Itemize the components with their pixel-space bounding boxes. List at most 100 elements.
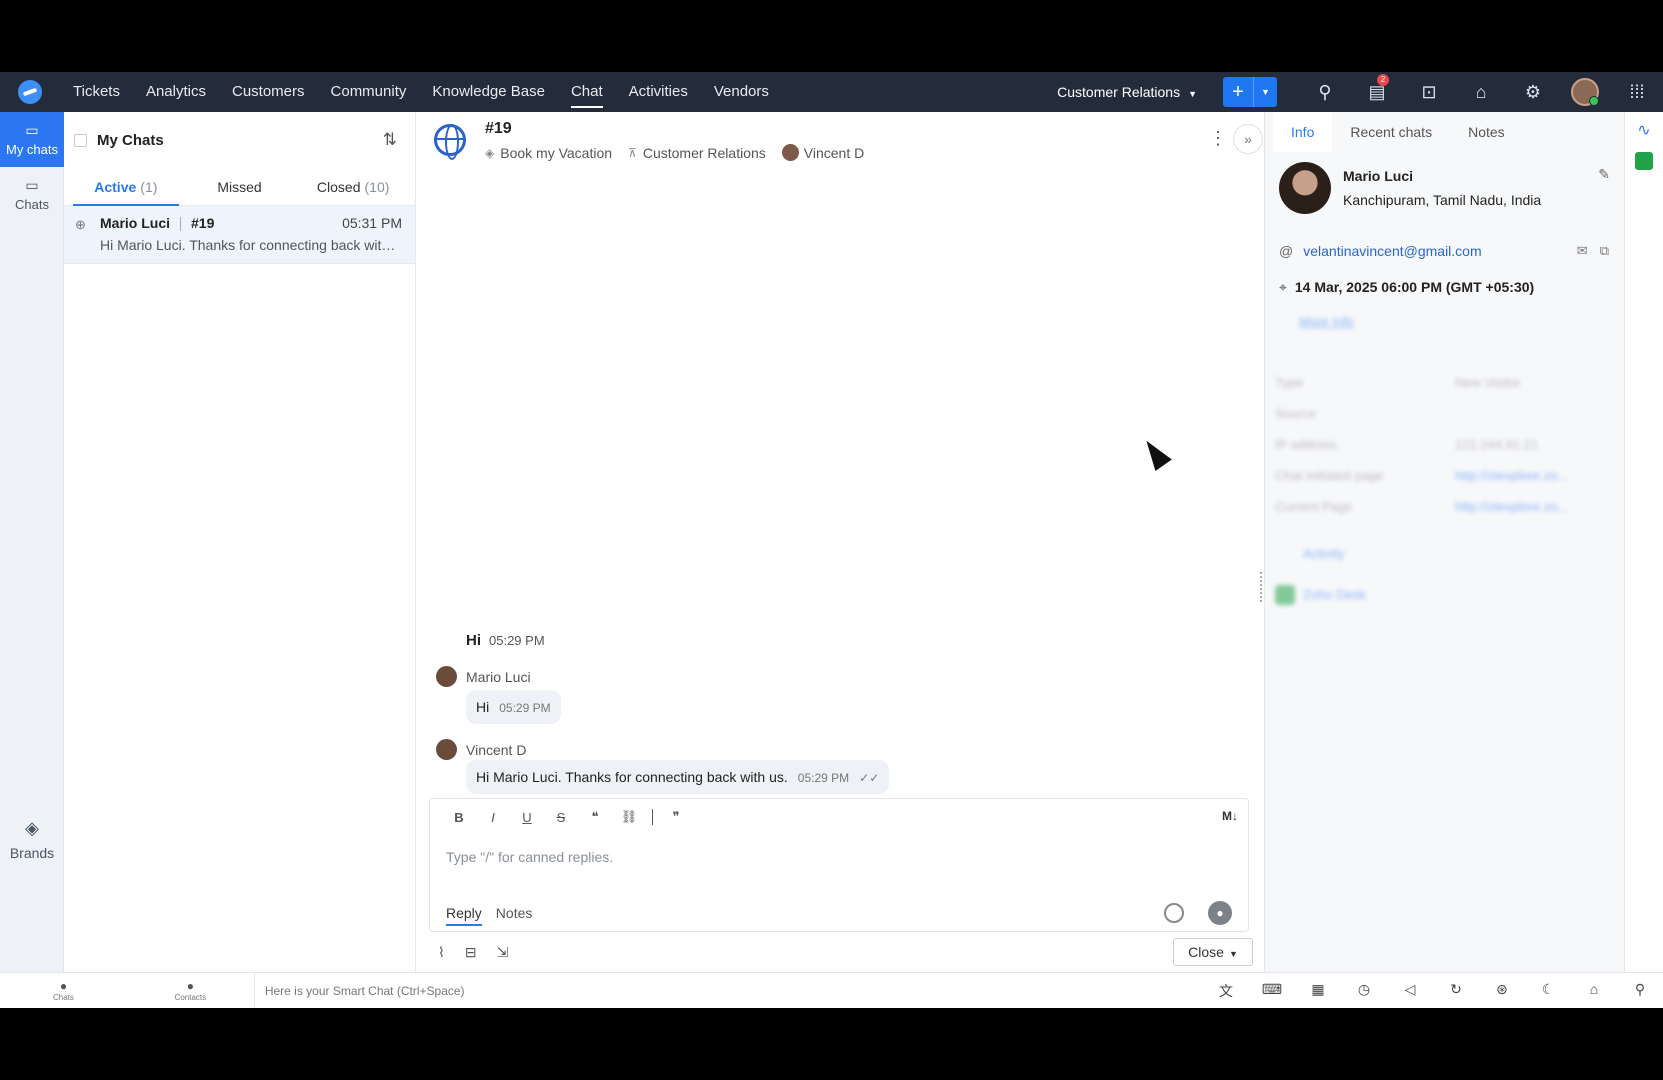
rail-chats[interactable]: ▭ Chats [0,167,64,222]
chat-bubble-icon: ▭ [25,177,39,193]
nav-vendors[interactable]: Vendors [701,72,782,112]
chevron-down-icon: ▼ [1188,89,1197,99]
detail-row: Source [1275,406,1317,421]
email-row: @ velantinavincent@gmail.com ✉ ⧉ [1279,243,1609,259]
org-chart-icon: ⊼ [628,145,637,160]
gear-icon[interactable]: ⚙ [1507,72,1559,112]
clock-icon[interactable]: ◷ [1341,981,1387,1001]
detail-row: Chat initiated page http://ztexplore.zo..… [1275,468,1569,483]
accessibility-icon[interactable]: ⊛ [1479,981,1525,1001]
rail-chats-label: Chats [15,197,49,212]
tab-active[interactable]: Active (1) [69,168,183,206]
department-selector[interactable]: Customer Relations ▼ [1057,84,1197,100]
message-sender: Mario Luci [436,666,531,687]
nav-analytics[interactable]: Analytics [133,72,219,112]
tab-missed[interactable]: Missed [183,168,297,205]
store-icon[interactable]: ⌂ [1455,72,1507,112]
tab-reply[interactable]: Reply [446,905,482,926]
markdown-icon[interactable]: M↓ [1222,809,1238,823]
search-icon[interactable]: ⚲ [1299,72,1351,112]
status-contacts[interactable]: ● Contacts [127,979,254,1002]
select-all-checkbox[interactable] [74,133,87,147]
apps-grid-icon[interactable]: ⁞⁞⁞ [1611,72,1663,112]
archive-icon[interactable]: ⊟ [465,944,477,961]
copy-icon[interactable]: ⧉ [1600,243,1609,259]
keyboard-icon[interactable]: ⌨ [1249,981,1295,1001]
attachment-icon[interactable]: ⌇ [438,944,445,961]
list-item[interactable]: ⊕ Mario Luci #19 05:31 PM Hi Mario Luci.… [64,206,415,264]
detail-row: IP address 121.244.91.21 [1275,437,1539,452]
list-title: My Chats [97,131,164,149]
store-icon[interactable]: ⌂ [1571,981,1617,1001]
gamepad-icon[interactable]: ⊡ [1403,72,1455,112]
reply-input[interactable]: Type "/" for canned replies. [446,849,613,865]
location-pin-icon: ⌖ [1279,279,1287,295]
visitor-email[interactable]: velantinavincent@gmail.com [1303,243,1565,259]
tab-recent-chats[interactable]: Recent chats [1332,112,1450,152]
tab-closed[interactable]: Closed (10) [296,168,410,205]
calendar-icon[interactable]: ▦ [1295,981,1341,1001]
transfer-icon[interactable]: ⇲ [497,944,509,961]
status-chats[interactable]: ● Chats [0,979,127,1002]
nav-community[interactable]: Community [318,72,420,112]
format-toolbar: B I U S ❝ ⛓ ❞ [430,799,1248,825]
visitor-location: Kanchipuram, Tamil Nadu, India [1343,192,1542,208]
nav-activities[interactable]: Activities [616,72,701,112]
link-icon[interactable]: ⛓ [612,809,646,825]
rail-brands[interactable]: ◈ Brands [0,818,64,861]
brand-tag: ◈ Book my Vacation [485,144,613,161]
tab-notes[interactable]: Notes [496,905,533,926]
activity-icon[interactable]: ∿ [1625,120,1663,140]
more-options-icon[interactable]: ⋮ [1209,128,1227,149]
conversation-pane: #19 ◈ Book my Vacation ⊼ Customer Relation… [416,112,1263,972]
activity-section[interactable]: Activity [1275,546,1605,561]
zoho-desk-section[interactable]: Zoho Desk [1275,585,1605,605]
chat-status-tabs: Active (1) Missed Closed (10) [64,168,415,206]
chevron-down-icon[interactable]: ▼ [1253,77,1277,107]
at-icon: @ [1279,243,1294,259]
read-receipt-icon: ✓✓ [859,771,880,785]
edit-icon[interactable]: ✎ [1598,166,1610,183]
zoho-desk-icon[interactable] [1635,152,1653,170]
nav-customers[interactable]: Customers [219,72,318,112]
emoji-icon[interactable] [1164,903,1184,923]
nav-tickets[interactable]: Tickets [60,72,133,112]
translate-icon[interactable]: 文 [1203,981,1249,1001]
plus-icon[interactable]: + [1223,77,1253,107]
chevron-down-icon: ▼ [1228,949,1238,959]
close-chat-button[interactable]: Close ▼ [1173,938,1253,966]
new-button[interactable]: + ▼ [1223,77,1277,107]
nav-chat[interactable]: Chat [558,72,616,112]
message-bubble: Hi 05:29 PM [466,690,561,724]
bold-icon[interactable]: B [442,810,476,825]
smart-chat-input[interactable]: Here is your Smart Chat (Ctrl+Space) [253,972,1203,1008]
moon-icon[interactable]: ☾ [1525,981,1571,1001]
notifications-icon[interactable]: ▤ 2 [1351,72,1403,112]
collapse-panel-button[interactable]: » [1233,124,1263,154]
microphone-icon[interactable]: ● [1208,901,1232,925]
globe-icon [434,124,466,160]
search-icon[interactable]: ⚲ [1617,981,1663,1001]
blockquote-icon[interactable]: ❞ [659,809,693,825]
detail-row: Current Page http://ztexplore.zo... [1275,499,1569,514]
sort-icon[interactable]: ⇅ [383,130,397,150]
italic-icon[interactable]: I [476,810,510,825]
right-rail: ∿ [1624,112,1663,972]
mail-icon[interactable]: ✉ [1577,243,1588,259]
megaphone-icon[interactable]: ◁ [1387,981,1433,1001]
app-logo[interactable] [0,72,60,112]
strikethrough-icon[interactable]: S [544,810,578,825]
left-rail: ▭ My chats ▭ Chats ◈ Brands [0,112,64,972]
tab-info[interactable]: Info [1273,112,1333,152]
avatar [781,144,799,161]
underline-icon[interactable]: U [510,810,544,825]
refresh-icon[interactable]: ↻ [1433,981,1479,1001]
chat-list-pane: My Chats ⇅ Active (1) Missed Closed (10) ⊕… [64,112,416,972]
profile-avatar[interactable] [1559,72,1611,112]
more-info-link[interactable]: More Info [1299,314,1605,329]
avatar [436,739,457,760]
tab-notes[interactable]: Notes [1450,112,1523,152]
quote-icon[interactable]: ❝ [578,809,612,825]
nav-knowledge-base[interactable]: Knowledge Base [419,72,558,112]
rail-my-chats[interactable]: ▭ My chats [0,112,64,167]
